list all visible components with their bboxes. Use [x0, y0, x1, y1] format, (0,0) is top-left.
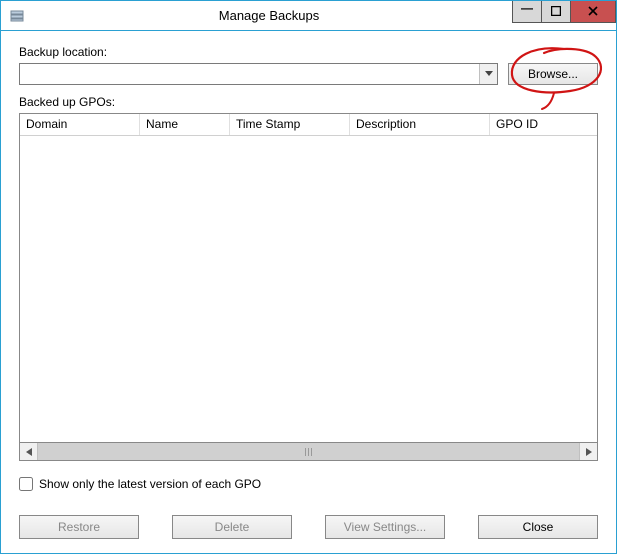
scroll-thumb[interactable]	[38, 443, 579, 460]
browse-button[interactable]: Browse...	[508, 63, 598, 85]
horizontal-scrollbar[interactable]	[19, 443, 598, 461]
scroll-track[interactable]	[38, 443, 579, 460]
minimize-button[interactable]: —	[512, 1, 542, 23]
column-header-timestamp[interactable]: Time Stamp	[230, 114, 350, 135]
backup-location-combobox[interactable]	[19, 63, 498, 85]
column-header-domain[interactable]: Domain	[20, 114, 140, 135]
listview-header: Domain Name Time Stamp Description GPO I…	[20, 114, 597, 136]
show-latest-checkbox[interactable]	[19, 477, 33, 491]
manage-backups-window: Manage Backups — Backup location: Browse…	[0, 0, 617, 554]
client-area: Backup location: Browse... Backed up GPO…	[1, 31, 616, 553]
column-header-name[interactable]: Name	[140, 114, 230, 135]
restore-button: Restore	[19, 515, 139, 539]
column-header-gpoid[interactable]: GPO ID	[490, 114, 597, 135]
bottom-button-row: Restore Delete View Settings... Close	[19, 515, 598, 539]
show-latest-label[interactable]: Show only the latest version of each GPO	[39, 477, 261, 491]
scroll-right-icon[interactable]	[579, 443, 597, 460]
show-latest-row: Show only the latest version of each GPO	[19, 477, 598, 491]
titlebar: Manage Backups —	[1, 1, 616, 31]
backed-up-gpos-label: Backed up GPOs:	[19, 95, 598, 109]
listview-body[interactable]	[20, 136, 597, 442]
close-window-button[interactable]	[570, 1, 616, 23]
window-title: Manage Backups	[25, 8, 513, 23]
backup-location-label: Backup location:	[19, 45, 598, 59]
column-header-description[interactable]: Description	[350, 114, 490, 135]
scroll-left-icon[interactable]	[20, 443, 38, 460]
backup-location-row: Browse...	[19, 63, 598, 85]
window-buttons: —	[513, 1, 616, 23]
app-icon	[9, 8, 25, 24]
dropdown-icon[interactable]	[479, 64, 497, 84]
maximize-button[interactable]	[541, 1, 571, 23]
view-settings-button: View Settings...	[325, 515, 445, 539]
close-button[interactable]: Close	[478, 515, 598, 539]
backup-location-input[interactable]	[20, 64, 479, 84]
gpo-table-wrap: Domain Name Time Stamp Description GPO I…	[19, 113, 598, 461]
delete-button: Delete	[172, 515, 292, 539]
gpo-listview[interactable]: Domain Name Time Stamp Description GPO I…	[19, 113, 598, 443]
